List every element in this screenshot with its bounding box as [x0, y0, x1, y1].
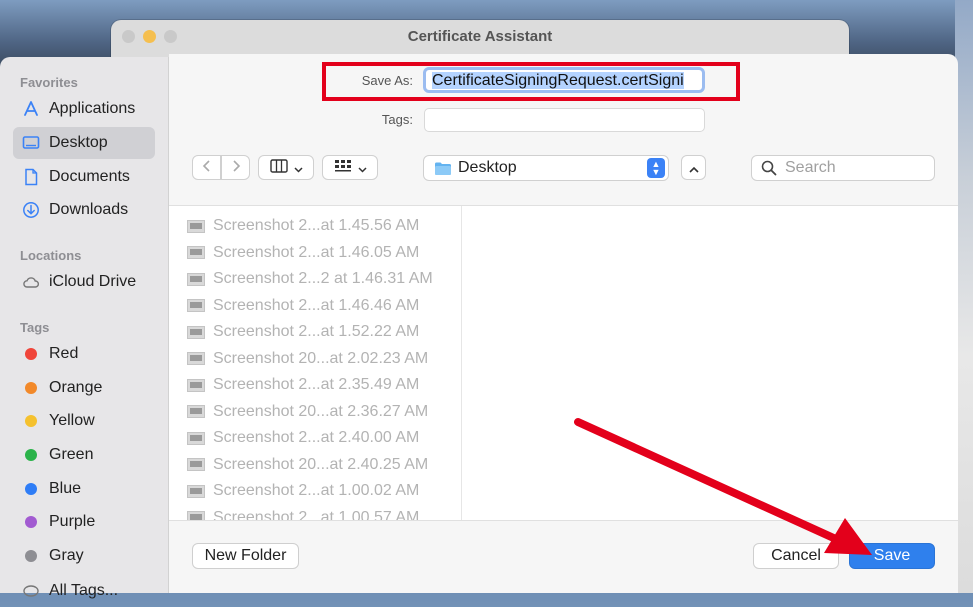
pointer-arrow-annotation	[574, 418, 872, 555]
